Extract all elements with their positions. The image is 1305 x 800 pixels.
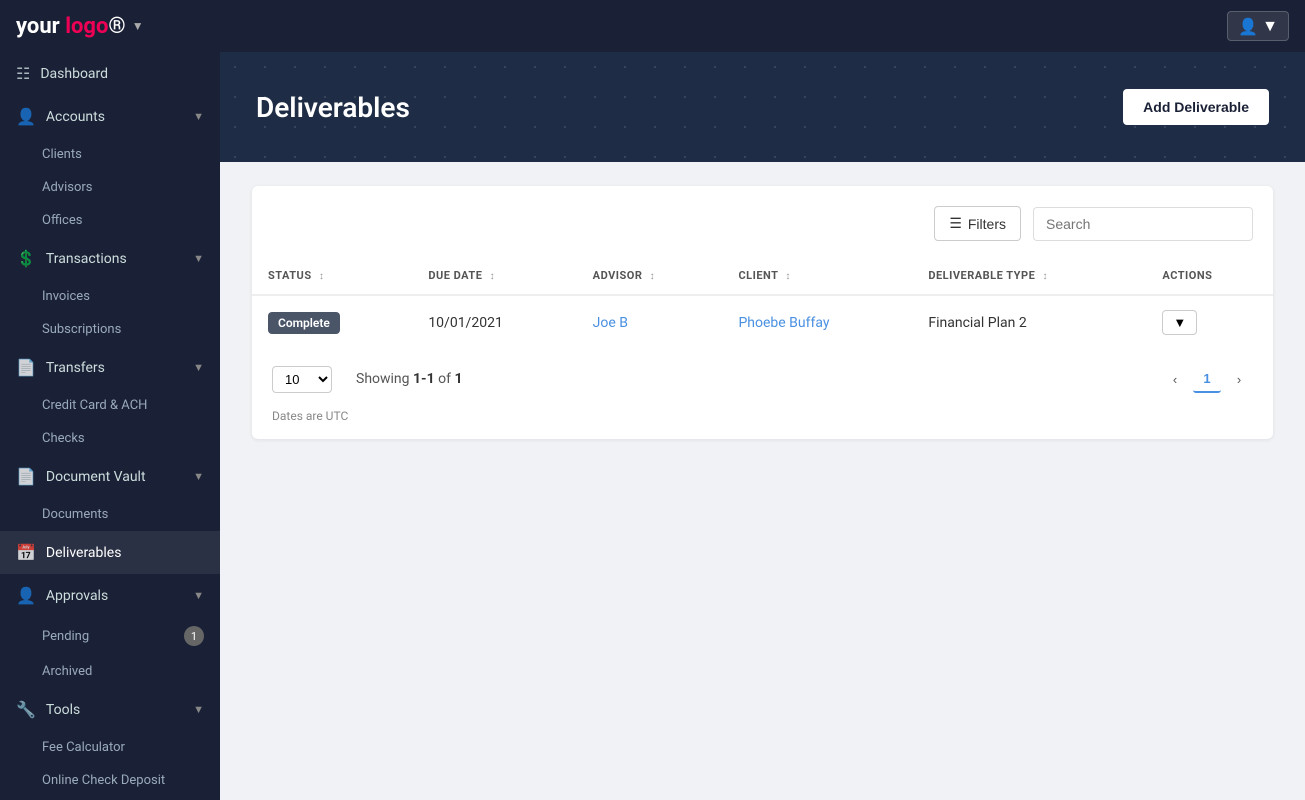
document-vault-icon: 📄	[16, 467, 36, 486]
col-client[interactable]: CLIENT ↕	[722, 257, 912, 295]
sidebar-subitem-pending[interactable]: Pending 1	[0, 617, 220, 655]
chevron-down-icon: ▼	[193, 252, 204, 265]
deliverables-table: STATUS ↕ DUE DATE ↕ ADVISOR ↕ CLIENT	[252, 257, 1273, 349]
chevron-down-icon: ▼	[193, 470, 204, 483]
sort-icon: ↕	[650, 271, 656, 282]
chevron-down-icon: ▼	[193, 361, 204, 374]
transfers-icon: 📄	[16, 358, 36, 377]
cell-due-date: 10/01/2021	[412, 295, 576, 349]
sidebar-subitem-invoices[interactable]: Invoices	[0, 280, 220, 313]
pagination-area: 10 25 50 100 Showing 1-1 of 1 ‹ 1 ›	[252, 349, 1273, 409]
col-due-date[interactable]: DUE DATE ↕	[412, 257, 576, 295]
sidebar-item-label: Dashboard	[40, 66, 108, 82]
accounts-icon: 👤	[16, 107, 36, 126]
per-page-select[interactable]: 10 25 50 100	[272, 366, 332, 393]
page-title: Deliverables	[256, 91, 410, 124]
sidebar-item-label: Transactions	[46, 251, 127, 267]
sidebar: ☷ Dashboard 👤 Accounts ▼ Clients Advisor…	[0, 52, 220, 800]
sort-icon: ↕	[319, 271, 325, 282]
next-page-button[interactable]: ›	[1225, 365, 1253, 393]
logo-text: your logo®	[16, 14, 126, 39]
sidebar-subitem-documents[interactable]: Documents	[0, 498, 220, 531]
sidebar-item-label: Deliverables	[46, 545, 122, 561]
logo-dropdown-icon[interactable]: ▼	[132, 19, 144, 33]
sidebar-item-accounts[interactable]: 👤 Accounts ▼	[0, 95, 220, 138]
logo-area: your logo® ▼	[16, 14, 144, 39]
cell-status: Complete	[252, 295, 412, 349]
cell-client: Phoebe Buffay	[722, 295, 912, 349]
page-header: Deliverables Add Deliverable	[220, 52, 1305, 162]
client-link[interactable]: Phoebe Buffay	[738, 315, 829, 331]
sidebar-item-approvals[interactable]: 👤 Approvals ▼	[0, 574, 220, 617]
cell-actions: ▼	[1146, 295, 1273, 349]
filters-button[interactable]: ☰ Filters	[934, 206, 1021, 241]
pending-badge: 1	[184, 626, 204, 646]
sidebar-subitem-clients[interactable]: Clients	[0, 138, 220, 171]
col-status[interactable]: STATUS ↕	[252, 257, 412, 295]
sidebar-subitem-fee-calculator[interactable]: Fee Calculator	[0, 731, 220, 764]
col-advisor[interactable]: ADVISOR ↕	[577, 257, 723, 295]
chevron-down-icon: ▼	[193, 589, 204, 602]
content-area: ☰ Filters STATUS ↕ DUE DATE ↕	[220, 162, 1305, 463]
toolbar: ☰ Filters	[252, 186, 1273, 257]
sidebar-item-deliverables[interactable]: 📅 Deliverables	[0, 531, 220, 574]
sidebar-subitem-advisors[interactable]: Advisors	[0, 171, 220, 204]
search-input[interactable]	[1033, 207, 1253, 241]
add-deliverable-button[interactable]: Add Deliverable	[1123, 89, 1269, 125]
page-1-button[interactable]: 1	[1193, 365, 1221, 393]
approvals-icon: 👤	[16, 586, 36, 605]
tools-icon: 🔧	[16, 700, 36, 719]
deliverables-card: ☰ Filters STATUS ↕ DUE DATE ↕	[252, 186, 1273, 439]
topbar: your logo® ▼ 👤 ▼	[0, 0, 1305, 52]
sidebar-item-transactions[interactable]: 💲 Transactions ▼	[0, 237, 220, 280]
chevron-down-icon: ▼	[193, 110, 204, 123]
sidebar-subitem-subscriptions[interactable]: Subscriptions	[0, 313, 220, 346]
sidebar-subitem-archived[interactable]: Archived	[0, 655, 220, 688]
user-menu-button[interactable]: 👤 ▼	[1227, 11, 1289, 41]
col-deliverable-type[interactable]: DELIVERABLE TYPE ↕	[912, 257, 1146, 295]
sidebar-subitem-credit-card-ach[interactable]: Credit Card & ACH	[0, 389, 220, 422]
sort-icon: ↕	[1043, 271, 1049, 282]
cell-deliverable-type: Financial Plan 2	[912, 295, 1146, 349]
sidebar-subitem-checks[interactable]: Checks	[0, 422, 220, 455]
showing-text: Showing 1-1 of 1	[356, 371, 462, 387]
sidebar-item-tools[interactable]: 🔧 Tools ▼	[0, 688, 220, 731]
dashboard-icon: ☷	[16, 64, 30, 83]
prev-page-button[interactable]: ‹	[1161, 365, 1189, 393]
filter-icon: ☰	[949, 215, 962, 232]
sidebar-item-label: Transfers	[46, 360, 105, 376]
sidebar-item-label: Approvals	[46, 588, 108, 604]
row-actions-button[interactable]: ▼	[1162, 310, 1197, 335]
pagination-controls: ‹ 1 ›	[1161, 365, 1253, 393]
deliverables-icon: 📅	[16, 543, 36, 562]
user-dropdown-icon: ▼	[1262, 16, 1278, 36]
table-body: Complete 10/01/2021 Joe B Phoebe Buffay …	[252, 295, 1273, 349]
table-header: STATUS ↕ DUE DATE ↕ ADVISOR ↕ CLIENT	[252, 257, 1273, 295]
sidebar-subitem-online-check-deposit[interactable]: Online Check Deposit	[0, 764, 220, 797]
sort-icon: ↕	[490, 271, 496, 282]
transactions-icon: 💲	[16, 249, 36, 268]
sidebar-item-transfers[interactable]: 📄 Transfers ▼	[0, 346, 220, 389]
col-actions: ACTIONS	[1146, 257, 1273, 295]
sort-icon: ↕	[785, 271, 791, 282]
cell-advisor: Joe B	[577, 295, 723, 349]
sidebar-item-label: Document Vault	[46, 469, 146, 485]
sidebar-item-dashboard[interactable]: ☷ Dashboard	[0, 52, 220, 95]
advisor-link[interactable]: Joe B	[593, 315, 628, 331]
sidebar-item-label: Accounts	[46, 109, 105, 125]
sidebar-subitem-offices[interactable]: Offices	[0, 204, 220, 237]
sidebar-item-label: Tools	[46, 702, 80, 718]
main-content: Deliverables Add Deliverable ☰ Filters S…	[220, 52, 1305, 800]
table-row: Complete 10/01/2021 Joe B Phoebe Buffay …	[252, 295, 1273, 349]
status-badge: Complete	[268, 312, 340, 334]
sidebar-item-document-vault[interactable]: 📄 Document Vault ▼	[0, 455, 220, 498]
user-avatar-icon: 👤	[1238, 17, 1258, 36]
dates-note: Dates are UTC	[252, 409, 1273, 439]
chevron-down-icon: ▼	[193, 703, 204, 716]
